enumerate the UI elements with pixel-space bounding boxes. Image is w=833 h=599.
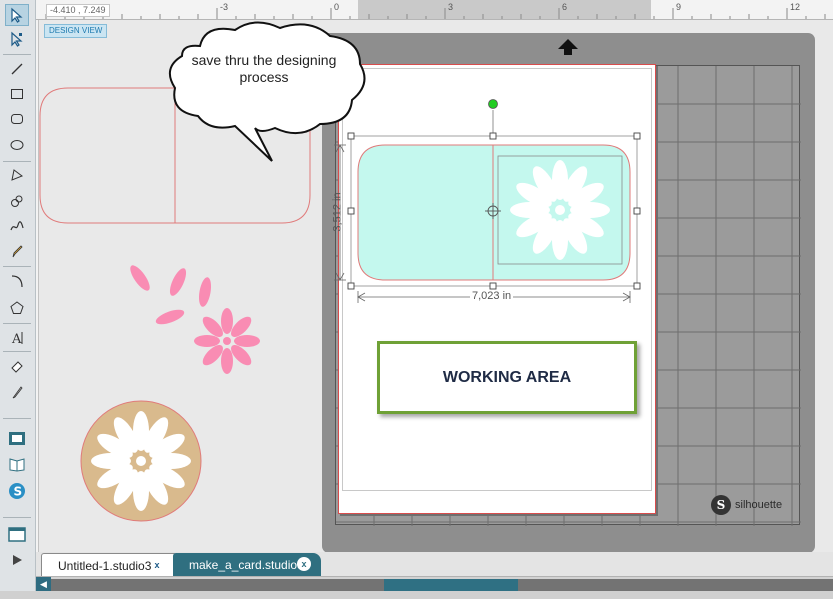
silhouette-mark-icon: S [711, 495, 731, 515]
close-tab-icon[interactable]: x [297, 557, 311, 571]
rotate-handle [488, 99, 498, 109]
tab-label: make_a_card.studio3 [189, 558, 304, 572]
scroll-thumb[interactable] [384, 579, 518, 591]
selected-card-group[interactable] [0, 0, 833, 599]
scroll-left-button[interactable]: ◀ [36, 577, 51, 591]
callout-text: save thru the designing process [191, 52, 337, 85]
close-tab-icon[interactable]: x [150, 558, 164, 572]
tab-untitled[interactable]: Untitled-1.studio3 x [41, 553, 177, 577]
horizontal-scrollbar[interactable]: ◀ [36, 576, 833, 591]
silhouette-wordmark: silhouette [735, 499, 783, 511]
working-area-label: WORKING AREA [442, 368, 572, 386]
height-dimension-label: 3,512 in [331, 192, 344, 232]
silhouette-logo: S silhouette [711, 495, 782, 515]
speech-bubble [168, 21, 366, 162]
status-strip [0, 591, 833, 599]
tab-make-a-card[interactable]: make_a_card.studio3 x [173, 553, 321, 577]
width-dimension-label: 7,023 in [470, 290, 514, 302]
tab-label: Untitled-1.studio3 [58, 558, 152, 573]
working-area-callout: WORKING AREA [377, 341, 637, 414]
